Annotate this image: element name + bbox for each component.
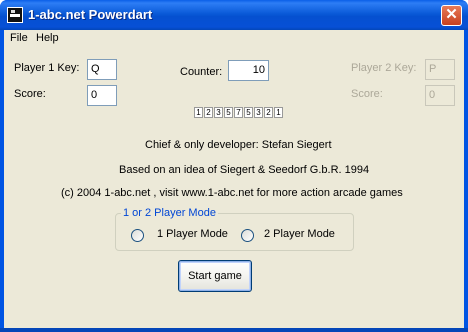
digit-cell: 3: [214, 107, 223, 118]
player1-score-field[interactable]: 0: [87, 85, 117, 106]
digit-cell: 3: [254, 107, 263, 118]
player2-key-label: Player 2 Key:: [351, 62, 417, 74]
two-player-label[interactable]: 2 Player Mode: [264, 228, 335, 240]
menu-help[interactable]: Help: [36, 32, 59, 44]
menu-file[interactable]: File: [10, 32, 28, 44]
one-player-radio[interactable]: [131, 229, 144, 242]
close-button[interactable]: ✕: [441, 5, 462, 26]
digit-cell: 5: [244, 107, 253, 118]
player-mode-group-title: 1 or 2 Player Mode: [121, 207, 218, 219]
menu-bar: File Help: [4, 30, 464, 48]
client-area: File Help Player 1 Key: Q Score: 0 Count…: [4, 30, 464, 328]
digit-cell: 1: [274, 107, 283, 118]
counter-field[interactable]: 10: [228, 60, 269, 81]
title-bar[interactable]: 1-abc.net Powerdart ✕: [0, 0, 468, 30]
digit-cell: 1: [194, 107, 203, 118]
one-player-label[interactable]: 1 Player Mode: [157, 228, 228, 240]
digit-cell: 5: [224, 107, 233, 118]
window-bottom-border: [0, 328, 468, 332]
player1-key-label: Player 1 Key:: [14, 62, 80, 74]
counter-label: Counter:: [180, 66, 223, 78]
player2-key-input[interactable]: P: [425, 59, 455, 80]
digit-strip: 1 2 3 5 7 5 3 2 1: [194, 107, 283, 118]
credits-idea: Based on an idea of Siegert & Seedorf G.…: [119, 164, 370, 176]
player1-score-label: Score:: [14, 88, 46, 100]
credits-copyright: (c) 2004 1-abc.net , visit www.1-abc.net…: [61, 187, 403, 199]
credits-developer: Chief & only developer: Stefan Siegert: [145, 139, 332, 151]
digit-cell: 2: [204, 107, 213, 118]
player1-key-input[interactable]: Q: [87, 59, 117, 80]
app-window: 1-abc.net Powerdart ✕ File Help Player 1…: [0, 0, 468, 332]
player-mode-group: 1 or 2 Player Mode 1 Player Mode 2 Playe…: [115, 207, 354, 251]
digit-cell: 7: [234, 107, 243, 118]
digit-cell: 2: [264, 107, 273, 118]
two-player-radio[interactable]: [241, 229, 254, 242]
start-game-button[interactable]: Start game: [178, 260, 252, 292]
app-icon[interactable]: [7, 7, 23, 23]
player2-score-field[interactable]: 0: [425, 85, 455, 106]
player2-score-label: Score:: [351, 88, 383, 100]
window-title: 1-abc.net Powerdart: [28, 7, 153, 22]
